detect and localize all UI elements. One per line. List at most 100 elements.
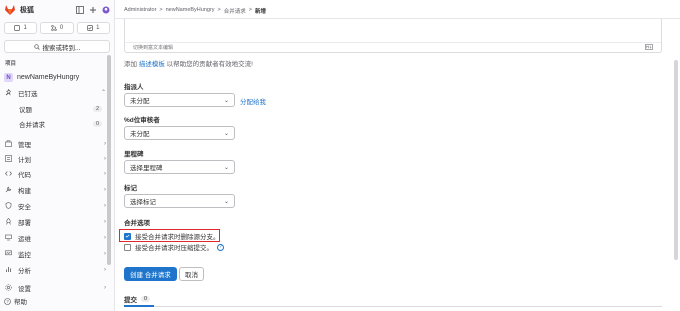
breadcrumb-current: 新增 [255, 9, 267, 15]
description-template-link[interactable]: 描述模板 [139, 61, 165, 68]
sidebar-item-monitor[interactable]: 监控 › [4, 247, 106, 260]
chevron-right-icon: › [104, 202, 106, 209]
sidebar-item-operate[interactable]: 运维 › [4, 231, 106, 244]
sidebar-item-security[interactable]: 安全 › [4, 199, 106, 212]
assignee-label: 指派人 [124, 84, 144, 91]
search-icon [33, 43, 40, 50]
jihu-logo[interactable] [4, 4, 16, 16]
assignee-dropdown[interactable]: 未分配 ⌄ [124, 93, 235, 107]
search-button[interactable]: 搜索或转到... [4, 40, 110, 53]
tab-commits[interactable]: 提交 0 [124, 292, 151, 306]
sidebar-item-pinned[interactable]: 已钉选 ⌃ [4, 86, 106, 99]
squash-commits-option[interactable]: 接受合并请求时压缩提交。 ? [124, 242, 224, 252]
description-editor[interactable]: 切换到富文本编辑 [124, 19, 662, 53]
sidebar-item-issues[interactable]: 议题 2 [19, 103, 102, 115]
project-link[interactable]: N newNameByHungry [4, 71, 110, 84]
section-label: 项目 [5, 61, 17, 67]
sidebar-item-deploy[interactable]: 部署 › [4, 215, 106, 228]
breadcrumb-separator: > [217, 7, 221, 13]
chevron-down-icon: ⌄ [223, 198, 229, 205]
svg-text:?: ? [6, 299, 9, 304]
assign-to-me-link[interactable]: 分配给我 [240, 96, 266, 106]
chevron-right-icon: › [104, 140, 106, 147]
deploy-icon [4, 217, 13, 226]
template-hint: 添加 描述模板 以帮助您的贡献者有效地交流! [124, 61, 253, 68]
count-badge: 2 [92, 106, 102, 112]
breadcrumb-separator: > [159, 7, 163, 13]
chevron-down-icon: ⌄ [223, 97, 229, 104]
switch-rich-text-button[interactable]: 切换到富文本编辑 [133, 44, 173, 51]
sidebar-scrollbar[interactable] [107, 55, 111, 265]
avatar[interactable] [102, 6, 110, 14]
chevron-right-icon: › [104, 186, 106, 193]
collapse-sidebar-icon[interactable] [76, 6, 84, 14]
pin-icon [4, 88, 13, 97]
squash-commits-checkbox[interactable] [124, 243, 131, 251]
count-badge: 0 [92, 121, 102, 127]
gear-icon [4, 283, 13, 292]
monitor-icon [4, 249, 13, 258]
chevron-down-icon: ⌄ [223, 164, 229, 171]
issues-icon [14, 25, 21, 31]
breadcrumb: Administrator > newNameByHungry > 合并请求 > 新增 [124, 7, 266, 15]
merge-request-icon [51, 25, 57, 31]
active-tab-indicator [124, 305, 154, 307]
sidebar-item-merge-requests[interactable]: 合并请求 0 [19, 118, 102, 130]
sidebar-item-analytics[interactable]: 分析 › [4, 263, 106, 276]
project-avatar: N [4, 73, 13, 82]
help-button[interactable]: ? 帮助 [4, 296, 27, 306]
reviewer-dropdown[interactable]: 未分配 ⌄ [124, 126, 235, 140]
sidebar-item-code[interactable]: 代码 › [4, 167, 106, 180]
editor-footer: 切换到富文本编辑 [125, 42, 661, 52]
sidebar-item-build[interactable]: 构建 › [4, 183, 106, 196]
shield-icon [4, 201, 13, 210]
sidebar-header: 极狐 [4, 3, 110, 17]
cancel-button[interactable]: 取消 [179, 267, 204, 281]
main-scrollbar[interactable] [674, 60, 678, 260]
reviewer-label: %d位审核者 [124, 117, 160, 124]
create-new-icon[interactable] [89, 6, 97, 14]
help-icon[interactable]: ? [217, 243, 224, 251]
chevron-right-icon: › [104, 155, 106, 162]
chevron-right-icon: › [104, 266, 106, 273]
delete-source-branch-option[interactable]: 接受合并请求时删除源分支。 [124, 231, 220, 241]
code-icon [4, 169, 13, 178]
sidebar-item-manage[interactable]: 管理 › [4, 137, 106, 150]
todos-counter[interactable]: 1 [76, 22, 110, 34]
chevron-right-icon: › [104, 218, 106, 225]
merge-requests-counter[interactable]: 0 [40, 22, 74, 34]
analytics-icon [4, 265, 13, 274]
merge-options-label: 合并选项 [124, 220, 150, 227]
milestone-dropdown[interactable]: 选择里程碑 ⌄ [124, 160, 235, 174]
chevron-up-icon: ⌃ [100, 90, 106, 96]
tabs-divider [124, 306, 662, 307]
plan-icon [4, 154, 13, 163]
sidebar-item-plan[interactable]: 计划 › [4, 152, 106, 165]
sidebar-item-settings[interactable]: 设置 › [4, 281, 106, 294]
chevron-down-icon: ⌄ [223, 130, 229, 137]
manage-icon [4, 139, 13, 148]
chevron-right-icon: › [104, 170, 106, 177]
chevron-right-icon: › [104, 234, 106, 241]
build-icon [4, 185, 13, 194]
delete-source-branch-checkbox[interactable] [124, 232, 131, 240]
count-badge: 0 [141, 296, 151, 302]
labels-dropdown[interactable]: 选择标记 ⌄ [124, 194, 235, 208]
milestone-label: 里程碑 [124, 151, 144, 158]
markdown-icon [645, 43, 654, 52]
chevron-right-icon: › [104, 284, 106, 291]
labels-label: 标记 [124, 185, 137, 192]
breadcrumb-item[interactable]: Administrator [124, 7, 156, 15]
issues-counter[interactable]: 1 [4, 22, 38, 34]
breadcrumb-item[interactable]: 合并请求 [224, 7, 246, 15]
operate-icon [4, 233, 13, 242]
project-name: newNameByHungry [17, 74, 80, 81]
help-icon: ? [4, 297, 11, 305]
breadcrumb-item[interactable]: newNameByHungry [166, 7, 215, 15]
todo-icon [87, 25, 93, 31]
chevron-right-icon: › [104, 250, 106, 257]
breadcrumb-separator: > [248, 7, 252, 13]
sidebar: 极狐 1 0 1 搜索或转到... 项目 N newNameByHungry 已… [0, 0, 115, 311]
create-merge-request-button[interactable]: 创建 合并请求 [124, 267, 177, 281]
brand-name: 极狐 [20, 7, 34, 14]
